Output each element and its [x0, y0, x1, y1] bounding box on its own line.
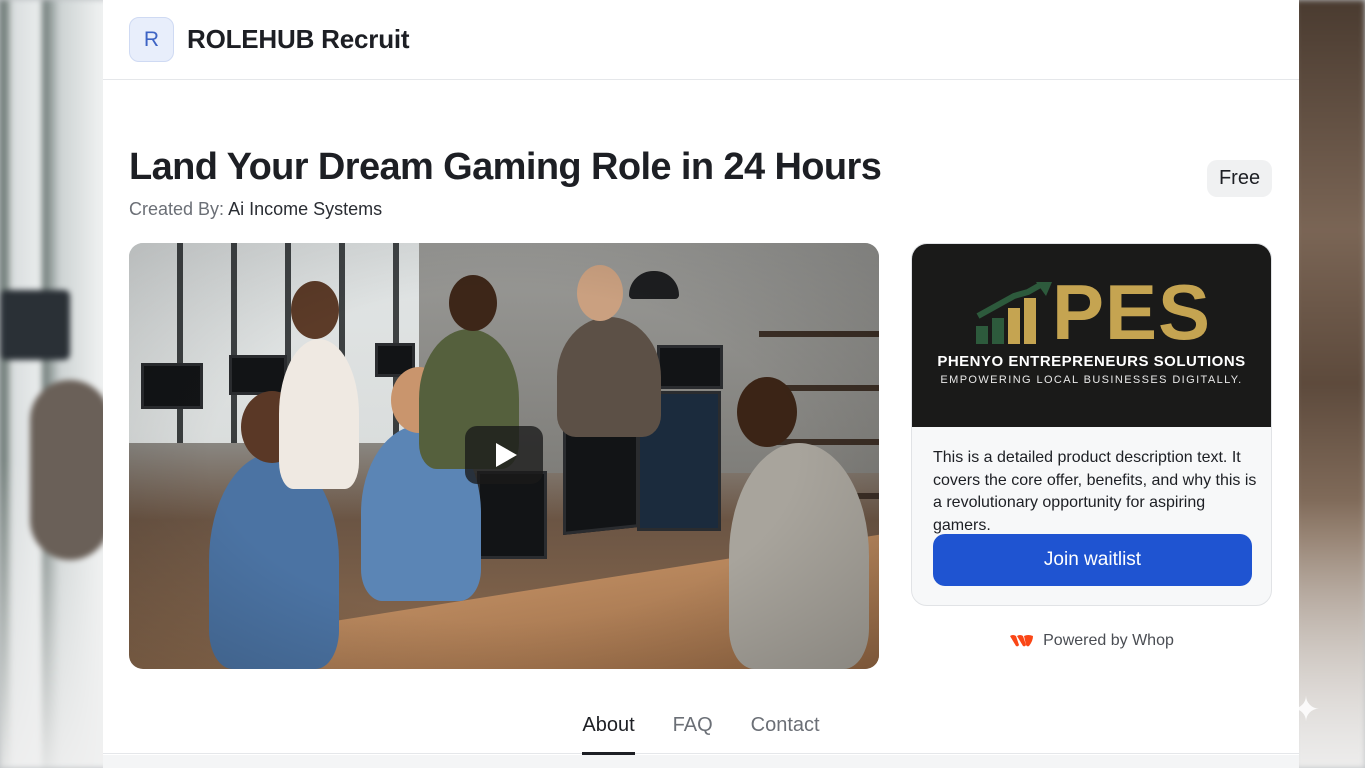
content-tabs: About FAQ Contact — [103, 700, 1299, 755]
product-card: PES PHENYO ENTREPRENEURS SOLUTIONS EMPOW… — [911, 243, 1272, 606]
creator-line: Created By: Ai Income Systems — [129, 199, 382, 220]
growth-chart-logo-icon — [976, 282, 1052, 344]
play-button[interactable] — [465, 426, 543, 484]
creator-name[interactable]: Ai Income Systems — [228, 199, 382, 219]
tab-about[interactable]: About — [582, 700, 635, 755]
product-page: R ROLEHUB Recruit Land Your Dream Gaming… — [103, 0, 1299, 768]
logo-tagline: EMPOWERING LOCAL BUSINESSES DIGITALLY. — [940, 374, 1243, 386]
tab-faq[interactable]: FAQ — [673, 700, 713, 754]
product-description: This is a detailed product description t… — [933, 449, 1257, 534]
brand-name[interactable]: ROLEHUB Recruit — [187, 24, 410, 55]
content-area-top — [103, 755, 1299, 768]
background-right — [1295, 0, 1365, 768]
powered-by-label: Powered by Whop — [1043, 632, 1174, 649]
whop-logo-icon — [1010, 635, 1034, 647]
play-icon — [496, 443, 517, 467]
price-badge: Free — [1207, 160, 1272, 197]
page-title: Land Your Dream Gaming Role in 24 Hours — [129, 146, 882, 188]
background-left — [0, 0, 110, 768]
powered-by-link[interactable]: Powered by Whop — [911, 632, 1272, 650]
top-bar: R ROLEHUB Recruit — [103, 0, 1299, 80]
company-avatar[interactable]: R — [129, 17, 174, 62]
logo-company-name: PHENYO ENTREPRENEURS SOLUTIONS — [937, 353, 1246, 370]
logo-wordmark: PES — [1052, 268, 1212, 356]
product-logo: PES PHENYO ENTREPRENEURS SOLUTIONS EMPOW… — [912, 244, 1271, 427]
join-waitlist-button[interactable]: Join waitlist — [933, 534, 1252, 586]
tab-contact[interactable]: Contact — [751, 700, 820, 754]
created-by-label: Created By: — [129, 199, 225, 219]
product-video[interactable] — [129, 243, 879, 669]
